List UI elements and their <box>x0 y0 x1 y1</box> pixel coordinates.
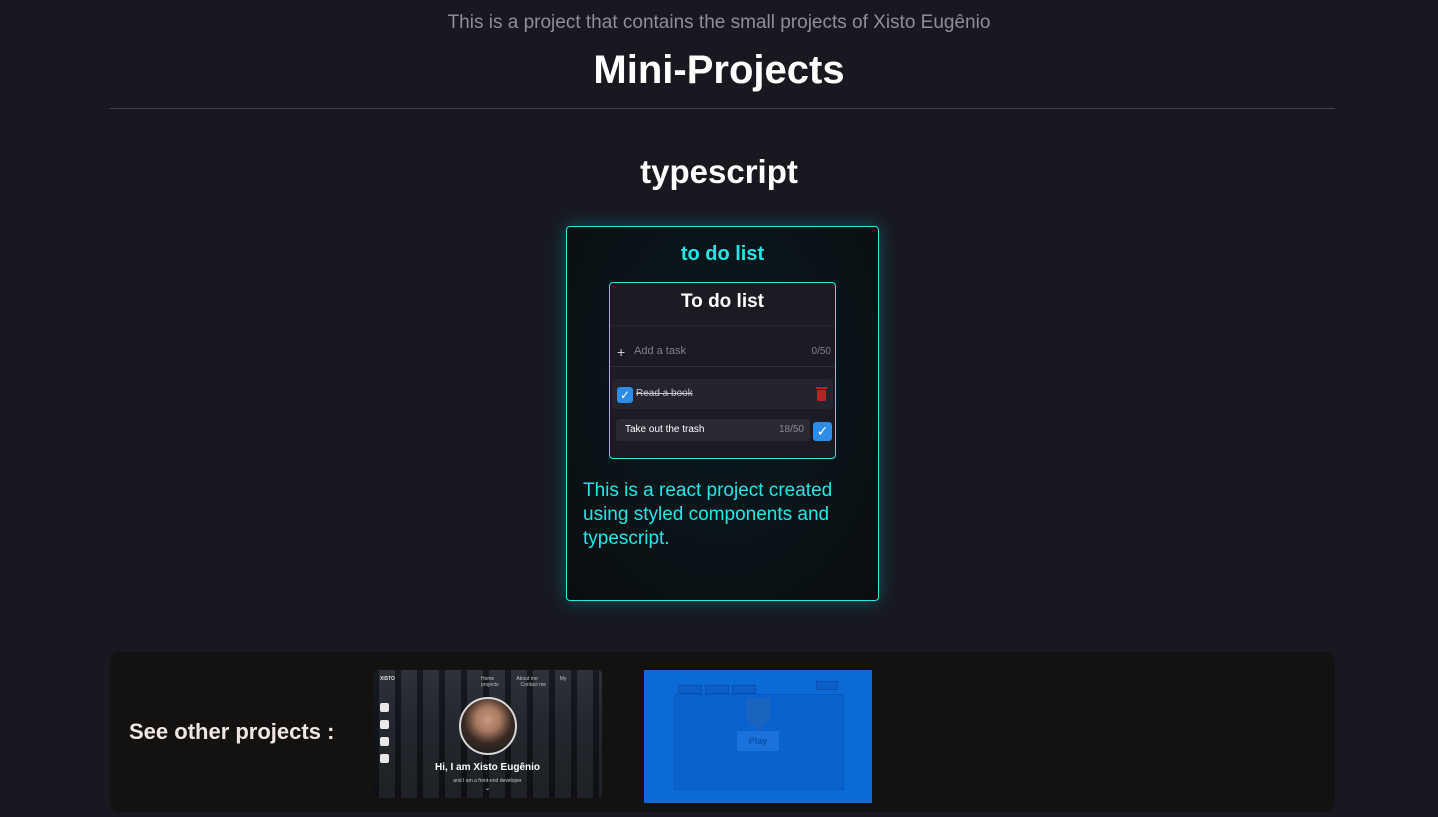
page-subtitle: This is a project that contains the smal… <box>447 12 991 33</box>
portfolio-nav-item: Contact me <box>520 682 547 688</box>
section-title: typescript <box>640 153 798 190</box>
github-icon <box>380 703 389 712</box>
portfolio-project-thumbnail[interactable]: XISTO Home About me My projects Contact me … <box>373 670 602 798</box>
game-nav-button <box>732 685 756 694</box>
project-card-todo[interactable]: to do list To do list + Add a task 0/50 … <box>566 226 879 601</box>
other-projects-label: See other projects : <box>129 719 335 744</box>
game-nav-button <box>678 685 702 694</box>
project-card-title[interactable]: to do list <box>567 243 878 266</box>
linkedin-icon <box>380 737 389 746</box>
preview-add-placeholder: Add a task <box>634 345 686 357</box>
trash-icon <box>816 387 827 401</box>
project-card-description: This is a react project created using st… <box>583 480 833 549</box>
preview-task-edit-row: Take out the trash 18/50 <box>616 419 810 441</box>
page-title: Mini-Projects <box>593 48 845 92</box>
checked-checkbox-icon: ✓ <box>617 387 633 403</box>
portfolio-logo: XISTO <box>380 676 395 682</box>
check-icon: ✓ <box>813 422 832 441</box>
game-project-thumbnail[interactable]: Play <box>644 670 872 803</box>
other-projects-panel: See other projects : XISTO Home About me M… <box>110 652 1335 812</box>
preview-app-title: To do list <box>680 291 765 312</box>
preview-task-label: Take out the trash <box>625 424 705 435</box>
avatar <box>459 697 517 755</box>
header-divider <box>110 108 1335 109</box>
preview-add-count: 0/50 <box>811 346 831 357</box>
game-play-button: Play <box>737 731 779 751</box>
preview-divider <box>610 325 835 326</box>
portfolio-greeting: Hi, I am Xisto Eugênio <box>434 762 540 773</box>
game-nav-button <box>705 685 729 694</box>
chevron-down-icon: ⌄ <box>484 785 491 792</box>
project-preview-image: To do list + Add a task 0/50 ✓ Read a bo… <box>609 282 836 459</box>
preview-add-task-row: + Add a task 0/50 <box>610 342 835 364</box>
mail-icon <box>380 720 389 729</box>
social-icons <box>380 703 390 771</box>
portfolio-nav: Home About me My projects Contact me <box>481 676 602 688</box>
plus-icon: + <box>617 344 626 360</box>
preview-task-row: ✓ Read a book <box>612 379 833 409</box>
preview-divider <box>610 366 835 367</box>
game-login-button <box>816 681 838 690</box>
preview-task-count: 18/50 <box>778 424 804 435</box>
preview-task-label: Read a book <box>636 388 693 399</box>
